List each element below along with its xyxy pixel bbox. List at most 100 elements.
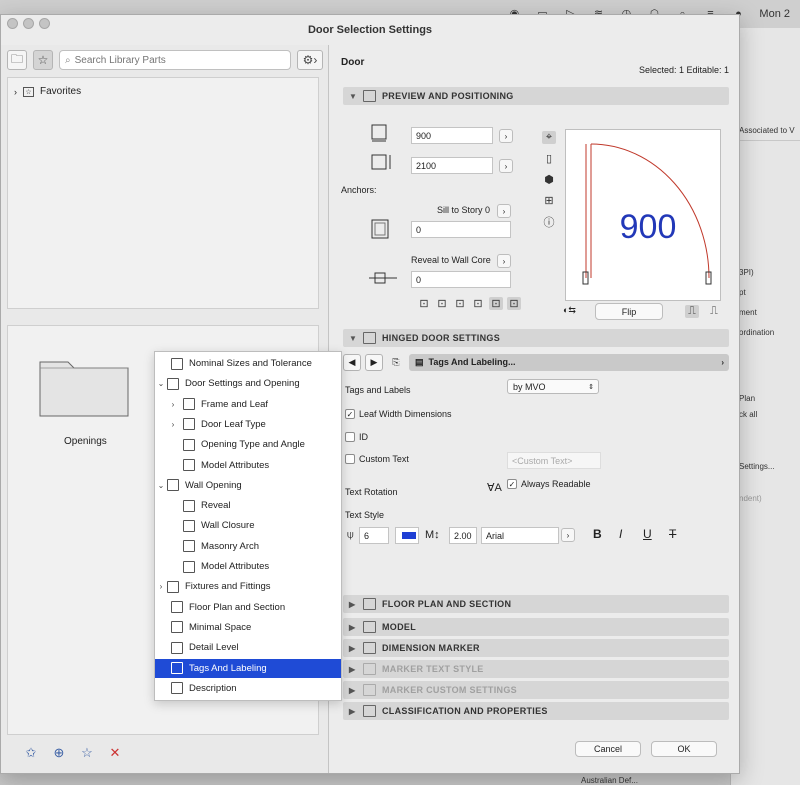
tree-disclosure-icon[interactable]: › — [155, 582, 167, 591]
font-menu-button[interactable]: › — [561, 528, 575, 542]
tree-item[interactable]: ⌄ Door Settings and Opening — [155, 374, 341, 393]
anchor-point-4-icon[interactable]: ⊡ — [471, 297, 485, 310]
title-bar: Door Selection Settings — [1, 15, 739, 45]
preview-positioning-header[interactable]: ▼ PREVIEW AND POSITIONING — [343, 87, 729, 105]
folder-icon[interactable] — [38, 354, 130, 418]
folder-view-button[interactable]: 🗀 — [7, 50, 27, 70]
tree-item[interactable]: Wall Closure — [155, 516, 341, 535]
delete-icon[interactable]: ✕ — [107, 745, 123, 761]
3d-view-icon[interactable]: ⬢ — [542, 173, 556, 186]
tree-item[interactable]: Nominal Sizes and Tolerance — [155, 354, 341, 373]
bold-button[interactable]: B — [593, 527, 602, 541]
plan-view-icon[interactable]: ⌖ — [542, 131, 556, 144]
previous-page-button[interactable]: ◀ — [343, 353, 361, 371]
favorites-page-icon[interactable]: ⎘ — [387, 354, 405, 371]
mirror-icon[interactable]: ◐⇆ — [563, 305, 576, 316]
library-settings-button[interactable]: ⚙› — [297, 50, 323, 70]
tree-item[interactable]: Tags And Labeling — [155, 658, 341, 678]
flip-button[interactable]: Flip — [595, 303, 663, 320]
minimize-window-button[interactable] — [23, 18, 34, 29]
dialog-title: Door Selection Settings — [307, 24, 433, 36]
font-name-field[interactable]: Arial — [481, 527, 559, 544]
anchor-point-1-icon[interactable]: ⊡ — [417, 297, 431, 310]
tree-item[interactable]: › Fixtures and Fittings — [155, 577, 341, 596]
tree-item[interactable]: Reveal — [155, 496, 341, 515]
classification-properties-header[interactable]: ▶ CLASSIFICATION AND PROPERTIES — [343, 702, 729, 720]
openings-folder-label[interactable]: Openings — [64, 436, 107, 447]
add-favorite-icon[interactable]: ✩ — [23, 745, 39, 761]
underline-button[interactable]: U — [643, 527, 652, 541]
italic-button[interactable]: I — [619, 527, 622, 541]
tree-disclosure-icon[interactable]: ⌄ — [155, 481, 167, 490]
id-checkbox[interactable]: ID — [345, 432, 368, 442]
tree-disclosure-icon[interactable]: › — [167, 400, 179, 409]
model-section-header[interactable]: ▶ MODEL — [343, 618, 729, 636]
pen-color-swatch[interactable] — [395, 527, 419, 544]
bg-text-check-all[interactable]: ck all — [739, 410, 757, 419]
anchor-point-5-icon[interactable]: ⊡ — [489, 297, 503, 310]
text-size-field[interactable]: 2.00 — [449, 527, 477, 544]
height-link-button[interactable]: › — [499, 159, 513, 173]
tree-item[interactable]: Model Attributes — [155, 456, 341, 475]
tree-item[interactable]: Detail Level — [155, 638, 341, 657]
tree-item[interactable]: Opening Type and Angle — [155, 435, 341, 454]
tree-item[interactable]: › Door Leaf Type — [155, 415, 341, 434]
custom-text-checkbox[interactable]: Custom Text — [345, 454, 409, 464]
door-plan-drawing: 900 — [582, 143, 712, 285]
section-view-icon[interactable]: ⊞ — [542, 194, 556, 207]
strikethrough-button[interactable]: T — [669, 527, 676, 541]
sill-value-field[interactable]: 0 — [411, 221, 511, 238]
tree-item[interactable]: Masonry Arch — [155, 537, 341, 556]
favorites-view-button[interactable]: ☆ — [33, 50, 53, 70]
info-icon[interactable]: ⓘ — [542, 215, 556, 229]
width-field[interactable]: 900 — [411, 127, 493, 144]
next-page-button[interactable]: ▶ — [365, 353, 383, 371]
text-rotation-label: Text Rotation — [345, 487, 398, 497]
tree-item[interactable]: Model Attributes — [155, 557, 341, 576]
ok-button[interactable]: OK — [651, 741, 717, 757]
dimension-icon — [363, 642, 376, 654]
close-window-button[interactable] — [7, 18, 18, 29]
zoom-window-button[interactable] — [39, 18, 50, 29]
tree-item-label: Door Leaf Type — [201, 418, 266, 430]
pen-number-field[interactable]: 6 — [359, 527, 389, 544]
tree-page-icon — [167, 479, 179, 492]
opening-side-left-icon[interactable]: ⎍ — [685, 305, 699, 318]
page-select-dropdown[interactable]: ▤ Tags And Labeling... › — [409, 353, 729, 371]
bg-text-settings[interactable]: Settings... — [739, 462, 775, 471]
menubar-clock[interactable]: Mon 2 — [759, 8, 790, 20]
anchor-point-6-icon[interactable]: ⊡ — [507, 297, 521, 310]
tags-labels-dropdown[interactable]: by MVO ⇕ — [507, 379, 599, 394]
favorites-item[interactable]: › ☆ Favorites — [8, 78, 318, 105]
tree-disclosure-icon[interactable]: ⌄ — [155, 379, 167, 388]
add-folder-icon[interactable]: ⊕ — [51, 745, 67, 761]
cancel-button[interactable]: Cancel — [575, 741, 641, 757]
tree-item[interactable]: › Frame and Leaf — [155, 395, 341, 414]
tree-item[interactable]: Floor Plan and Section — [155, 598, 341, 617]
library-search[interactable]: ⌕ — [59, 50, 291, 70]
tree-item[interactable]: ⌄ Wall Opening — [155, 476, 341, 495]
tree-disclosure-icon[interactable]: › — [167, 420, 179, 429]
bg-text-3pi: 3PI) — [739, 268, 754, 277]
always-readable-checkbox[interactable]: ✓ Always Readable — [507, 479, 591, 489]
width-link-button[interactable]: › — [499, 129, 513, 143]
elevation-view-icon[interactable]: ▯ — [542, 152, 556, 165]
custom-text-field[interactable]: <Custom Text> — [507, 452, 601, 469]
reveal-anchor-menu[interactable]: › — [497, 254, 511, 268]
floor-plan-section-header[interactable]: ▶ FLOOR PLAN AND SECTION — [343, 595, 729, 613]
anchor-point-2-icon[interactable]: ⊡ — [435, 297, 449, 310]
hinged-door-settings-header[interactable]: ▼ HINGED DOOR SETTINGS — [343, 329, 729, 347]
sill-anchor-menu[interactable]: › — [497, 204, 511, 218]
tree-item[interactable]: Description — [155, 679, 341, 698]
height-field[interactable]: 2100 — [411, 157, 493, 174]
tree-item[interactable]: Minimal Space — [155, 618, 341, 637]
tree-page-icon — [183, 519, 195, 532]
opening-side-right-icon[interactable]: ⎍ — [707, 305, 721, 318]
favorite-star-icon[interactable]: ☆ — [79, 745, 95, 761]
reveal-value-field[interactable]: 0 — [411, 271, 511, 288]
dimension-marker-header[interactable]: ▶ DIMENSION MARKER — [343, 639, 729, 657]
search-input[interactable] — [74, 54, 255, 66]
anchor-point-3-icon[interactable]: ⊡ — [453, 297, 467, 310]
settings-panel: Door Selected: 1 Editable: 1 ▼ PREVIEW A… — [331, 45, 739, 773]
leaf-width-checkbox[interactable]: ✓ Leaf Width Dimensions — [345, 409, 452, 419]
